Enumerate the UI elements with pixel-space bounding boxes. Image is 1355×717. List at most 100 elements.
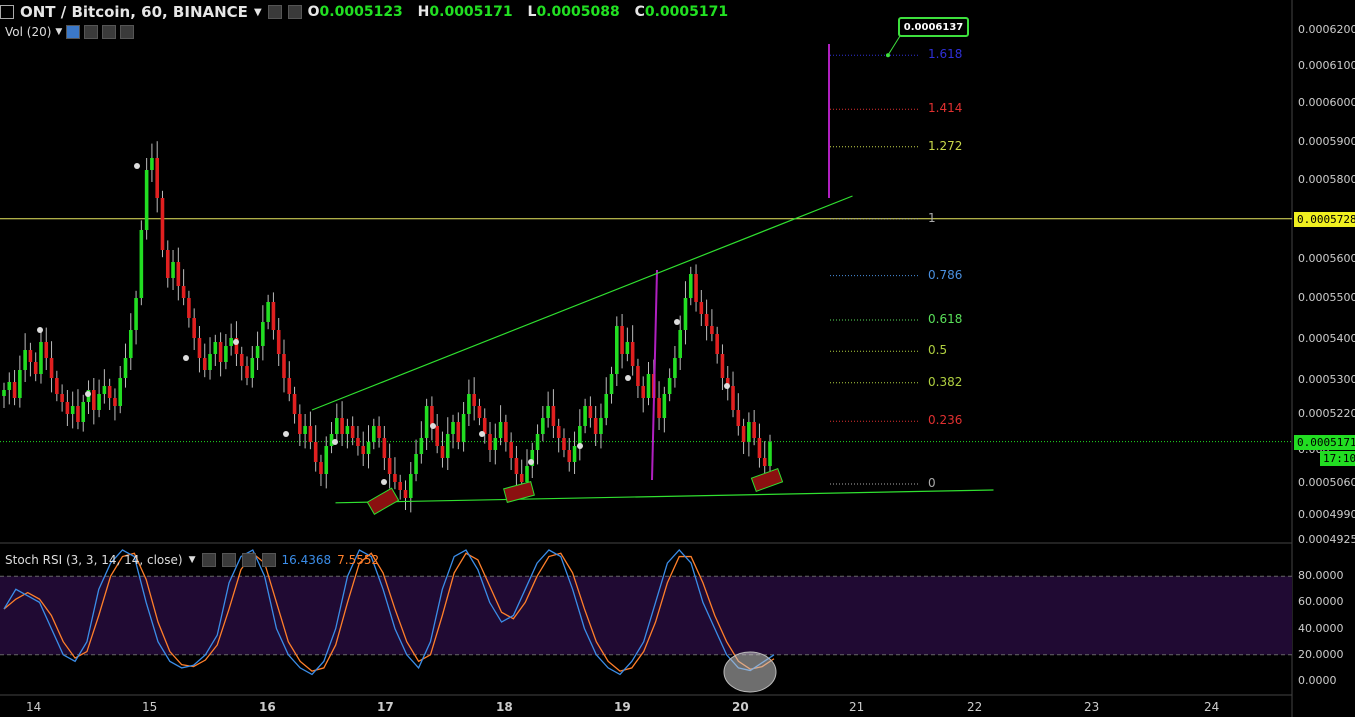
- candle-body: [572, 446, 577, 462]
- candle-body: [366, 442, 371, 454]
- candle-body: [541, 418, 545, 434]
- rsi-tick-label: 80.0000: [1298, 569, 1344, 583]
- symbol-title[interactable]: ONT / Bitcoin, 60, BINANCE: [20, 3, 248, 21]
- candle-body: [113, 398, 117, 406]
- candle-body: [620, 326, 624, 354]
- rsi-d-value: 7.5552: [337, 553, 380, 567]
- chevron-down-icon[interactable]: ▼: [189, 555, 196, 565]
- gear-icon[interactable]: [221, 553, 236, 567]
- candle-body: [688, 274, 693, 298]
- candle-body: [704, 314, 709, 326]
- candle-body: [710, 326, 714, 334]
- candle-body: [70, 406, 75, 414]
- time-tick-label: 23: [1084, 700, 1100, 714]
- fib-level-label: 1.414: [928, 101, 963, 116]
- candle-body: [736, 410, 741, 426]
- price-tick-label: 0.0006100: [1298, 59, 1355, 72]
- signal-dot: [625, 375, 631, 381]
- candle-body: [504, 422, 508, 442]
- candle-body: [408, 474, 413, 498]
- fib-level-label: 1: [928, 210, 936, 225]
- settings-icon[interactable]: [267, 5, 282, 19]
- candle-body: [81, 402, 86, 422]
- candle-body: [588, 406, 593, 418]
- signal-dot: [674, 319, 680, 325]
- gear-icon[interactable]: [84, 25, 99, 39]
- candle-body: [715, 334, 719, 354]
- time-tick-label: 15: [142, 700, 158, 714]
- fib-level-label: 0: [928, 476, 936, 490]
- candle-body: [340, 418, 344, 434]
- candle-body: [393, 474, 397, 482]
- candle-body: [160, 198, 165, 250]
- trendline-lower: [335, 489, 994, 504]
- price-tick-label: 0.0005400: [1298, 332, 1355, 345]
- candle-body: [731, 386, 735, 410]
- candle-body: [498, 422, 503, 438]
- candle-body: [239, 354, 244, 366]
- candle-body: [144, 170, 149, 230]
- settings-icon[interactable]: [241, 553, 256, 567]
- fib-level-label: 0.618: [928, 312, 963, 326]
- signal-dot: [37, 327, 43, 333]
- candle-body: [673, 358, 677, 378]
- candle-body: [451, 422, 455, 434]
- candle-body: [39, 342, 43, 374]
- candle-body: [615, 326, 619, 374]
- candle-body: [445, 434, 450, 458]
- settings-icon[interactable]: [102, 25, 117, 39]
- signal-dot: [577, 443, 583, 449]
- candle-body: [514, 458, 519, 474]
- signal-dot: [430, 423, 436, 429]
- gear-icon[interactable]: [287, 5, 302, 19]
- chart-canvas[interactable]: [0, 0, 1355, 717]
- candle-body: [456, 422, 461, 442]
- candle-body: [313, 442, 318, 462]
- volume-label[interactable]: Vol (20): [5, 25, 51, 39]
- price-tick-label: 0.0005800: [1298, 173, 1355, 186]
- time-tick-label: 21: [849, 700, 865, 714]
- candle-body: [282, 354, 286, 378]
- rsi-k-value: 16.4368: [281, 553, 332, 567]
- close-icon[interactable]: [261, 553, 276, 567]
- candle-body: [525, 466, 529, 482]
- rsi-tick-label: 40.0000: [1298, 621, 1344, 635]
- time-tick-label: 18: [496, 700, 513, 714]
- close-icon[interactable]: [120, 25, 135, 39]
- candle-body: [683, 298, 688, 330]
- candle-body: [319, 462, 323, 474]
- candle-body: [662, 394, 667, 418]
- visibility-icon[interactable]: [201, 553, 216, 567]
- candle-body: [694, 274, 698, 302]
- candle-body: [287, 378, 292, 394]
- candle-body: [18, 370, 22, 398]
- candle-body: [546, 406, 550, 418]
- candle-body: [361, 446, 366, 454]
- chevron-down-icon[interactable]: ▼: [254, 7, 262, 18]
- candle-body: [419, 438, 424, 454]
- candle-body: [377, 426, 381, 438]
- rsi-tick-label: 60.0000: [1298, 595, 1344, 609]
- candle-body: [187, 298, 191, 318]
- candle-body: [308, 426, 313, 442]
- target-callout[interactable]: 0.0006137: [898, 17, 969, 37]
- candle-body: [345, 426, 350, 434]
- signal-dot: [479, 431, 485, 437]
- signal-dot: [724, 383, 730, 389]
- collapse-icon[interactable]: [0, 5, 14, 19]
- ohlc-high-value: 0.0005171: [429, 4, 513, 20]
- visibility-icon[interactable]: [66, 25, 81, 39]
- signal-dot: [528, 459, 534, 465]
- fib-level-label: 0.236: [928, 413, 963, 428]
- candle-body: [752, 422, 756, 438]
- rsi-label[interactable]: Stoch RSI (3, 3, 14, 14, close): [5, 553, 183, 567]
- candle-body: [583, 406, 587, 426]
- signal-dot: [134, 163, 140, 169]
- chevron-down-icon[interactable]: ▼: [55, 27, 62, 37]
- candle-body: [165, 250, 170, 278]
- candle-body: [23, 350, 27, 370]
- candle-body: [255, 346, 260, 358]
- touch-marker: [750, 467, 784, 493]
- candle-body: [667, 378, 672, 394]
- candle-body: [625, 342, 630, 354]
